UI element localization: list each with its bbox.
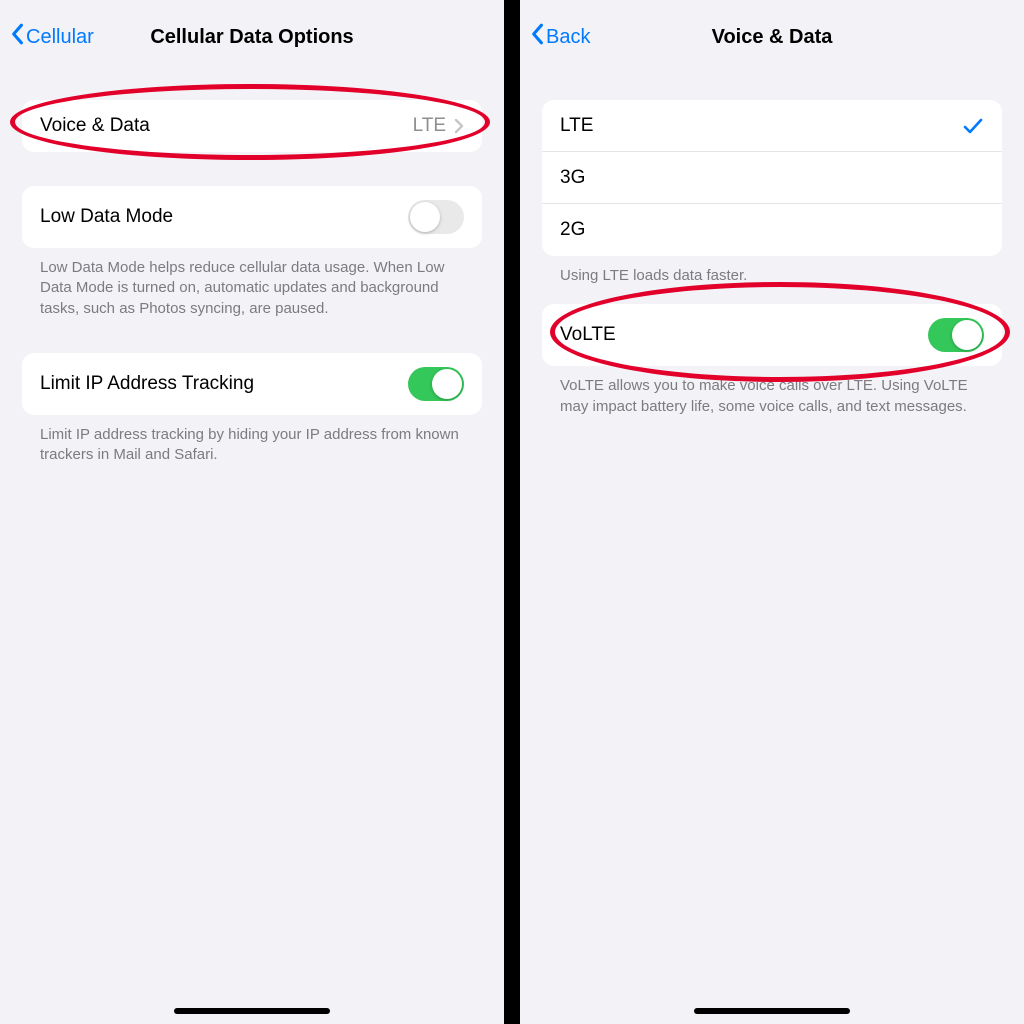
checkmark-icon [962, 115, 984, 137]
home-indicator[interactable] [174, 1008, 330, 1014]
row-limit-ip-tracking[interactable]: Limit IP Address Tracking [22, 353, 482, 415]
row-label: Voice & Data [40, 115, 150, 137]
nav-back-label: Cellular [26, 26, 94, 49]
footnote-low-data: Low Data Mode helps reduce cellular data… [22, 248, 482, 319]
nav-back-label: Back [546, 26, 590, 49]
row-label: 2G [560, 219, 585, 241]
page-title: Voice & Data [520, 26, 1024, 49]
screen-cellular-data-options: Cellular Cellular Data Options Voice & D… [0, 0, 504, 1024]
group-limit-ip-tracking: Limit IP Address Tracking Limit IP addre… [22, 353, 482, 466]
row-label: Limit IP Address Tracking [40, 373, 254, 395]
group-voice-data: Voice & Data LTE [22, 100, 482, 152]
content-area: Voice & Data LTE Low Data Mode Low Data [0, 66, 504, 465]
toggle-low-data-mode[interactable] [408, 200, 464, 234]
group-network-options: LTE 3G 2G Using LTE loads data faster. [542, 100, 1002, 286]
nav-back-button[interactable]: Back [530, 23, 590, 51]
footnote-volte: VoLTE allows you to make voice calls ove… [542, 366, 1002, 417]
footnote-network-options: Using LTE loads data faster. [542, 256, 1002, 286]
nav-back-button[interactable]: Cellular [10, 23, 94, 51]
content-area: LTE 3G 2G Using LTE loads data faster. V… [520, 66, 1024, 417]
row-value: LTE [413, 115, 446, 137]
row-label: LTE [560, 115, 593, 137]
group-volte: VoLTE VoLTE allows you to make voice cal… [542, 304, 1002, 417]
chevron-left-icon [530, 23, 544, 51]
row-volte[interactable]: VoLTE [542, 304, 1002, 366]
chevron-right-icon [454, 118, 464, 134]
row-option-lte[interactable]: LTE [542, 100, 1002, 152]
navbar: Back Voice & Data [520, 8, 1024, 66]
footnote-limit-ip: Limit IP address tracking by hiding your… [22, 415, 482, 466]
home-indicator[interactable] [694, 1008, 850, 1014]
group-low-data-mode: Low Data Mode Low Data Mode helps reduce… [22, 186, 482, 319]
chevron-left-icon [10, 23, 24, 51]
row-option-3g[interactable]: 3G [542, 152, 1002, 204]
screen-voice-and-data: Back Voice & Data LTE 3G 2G Using LTE l [520, 0, 1024, 1024]
image-divider [504, 0, 520, 1024]
row-label: Low Data Mode [40, 206, 173, 228]
navbar: Cellular Cellular Data Options [0, 8, 504, 66]
row-voice-and-data[interactable]: Voice & Data LTE [22, 100, 482, 152]
row-label: 3G [560, 167, 585, 189]
toggle-volte[interactable] [928, 318, 984, 352]
row-label: VoLTE [560, 324, 616, 346]
row-option-2g[interactable]: 2G [542, 204, 1002, 256]
toggle-limit-ip-tracking[interactable] [408, 367, 464, 401]
row-low-data-mode[interactable]: Low Data Mode [22, 186, 482, 248]
